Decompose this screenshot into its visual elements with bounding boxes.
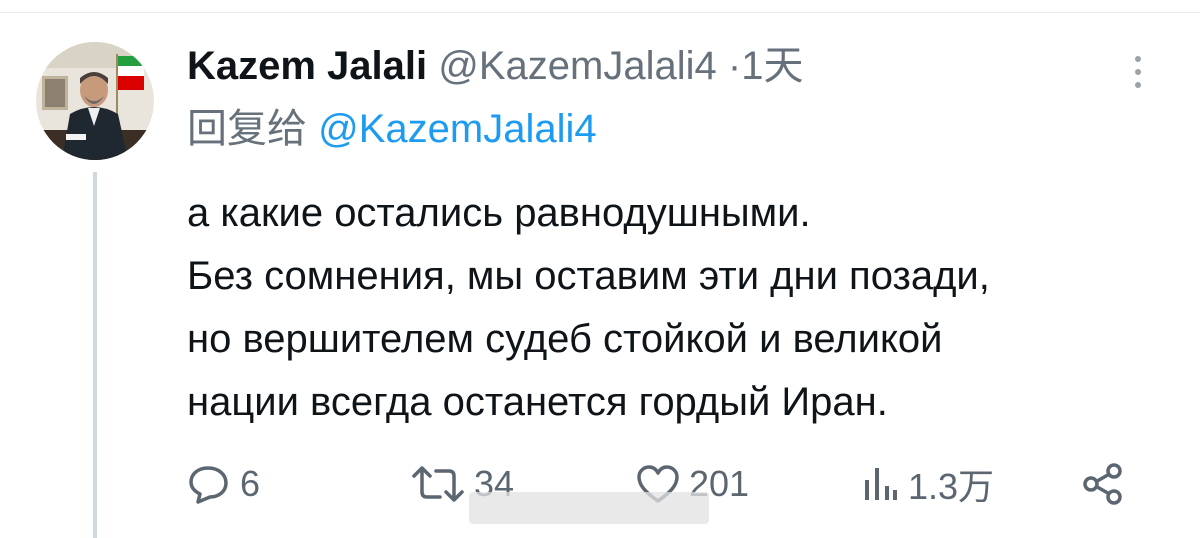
author-display-name[interactable]: Kazem Jalali [187,44,427,88]
thread-line [93,172,97,538]
avatar[interactable] [36,42,154,160]
tweet-text-line: Без сомнения, мы оставим эти дни позади, [187,254,990,298]
views-count: 1.3万 [908,466,995,507]
views-button[interactable]: 1.3万 [860,456,994,512]
repost-icon [412,466,464,502]
share-icon [1083,463,1122,505]
reply-prefix: 回复给 [187,107,307,151]
reply-button[interactable]: 6 [188,456,260,512]
top-divider [0,12,1200,13]
author-handle[interactable]: @KazemJalali4 [438,44,717,88]
reply-handle-link[interactable]: @KazemJalali4 [318,107,597,151]
tweet-header: Kazem Jalali @KazemJalali4 ·1天 [187,38,803,94]
watermark-overlay [469,492,709,524]
tweet-text: а какие остались равнодушными. Без сомне… [187,182,1167,434]
timestamp[interactable]: 1天 [741,44,803,88]
share-button[interactable] [1080,456,1126,512]
bar-chart-icon [865,468,897,500]
tweet-text-line: но вершителем судеб стойкой и великой [187,317,943,361]
reply-bubble-icon [189,466,228,504]
separator-dot: · [727,44,742,88]
tweet-text-line: нации всегда останется гордый Иран. [187,380,888,424]
replying-to: 回复给 @KazemJalali4 [187,100,597,158]
reply-count: 6 [240,463,261,504]
more-vertical-icon[interactable] [1124,52,1152,92]
avatar-photo [36,42,154,160]
tweet-text-line: а какие остались равнодушными. [187,191,811,235]
